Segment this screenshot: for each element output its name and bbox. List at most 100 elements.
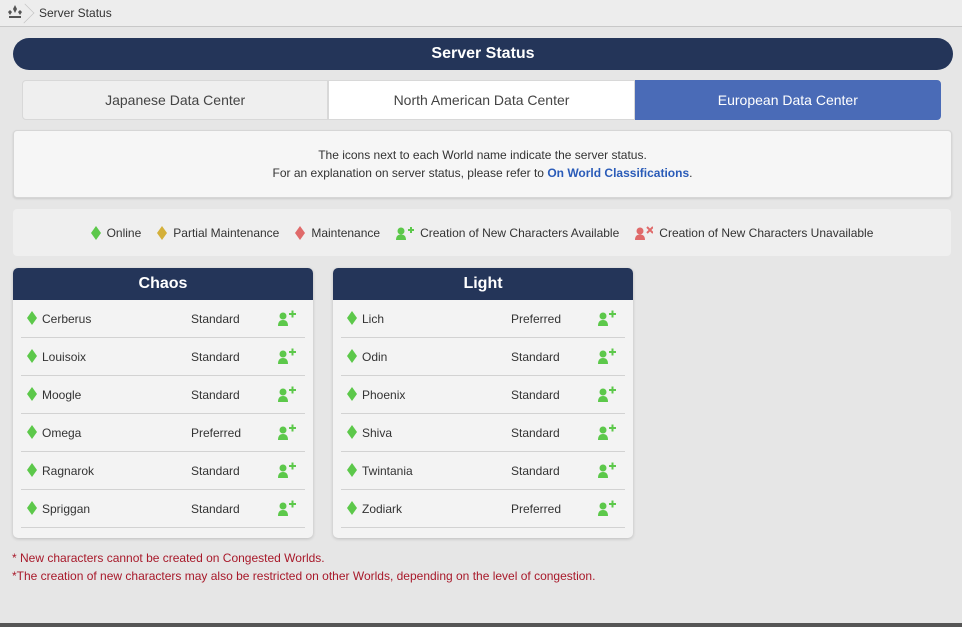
server-status-diamond-icon — [347, 387, 357, 404]
status-info-box: The icons next to each World name indica… — [13, 130, 952, 198]
congestion-notes: * New characters cannot be created on Co… — [12, 549, 595, 585]
partial-maintenance-diamond-icon — [157, 225, 168, 240]
add-character-icon — [598, 462, 616, 481]
add-character-icon — [278, 424, 296, 443]
legend-online: Online — [90, 225, 142, 240]
status-legend: Online Partial Maintenance Maintenance C… — [13, 209, 951, 256]
info-line-2-prefix: For an explanation on server status, ple… — [272, 166, 548, 180]
add-character-icon — [598, 424, 616, 443]
world-name: Shiva — [362, 425, 393, 440]
data-center-chaos: Chaos Cerberus Standard Louisoix Standard Mo… — [13, 268, 313, 538]
world-row: Cerberus Standard — [21, 300, 305, 338]
world-row: Louisoix Standard — [21, 338, 305, 376]
add-character-icon — [598, 348, 616, 367]
world-name: Spriggan — [42, 501, 91, 516]
maintenance-diamond-icon — [295, 225, 306, 240]
add-character-icon — [396, 226, 415, 240]
world-name: Ragnarok — [42, 463, 95, 478]
tab-north-american-data-center[interactable]: North American Data Center — [328, 80, 635, 120]
data-center-name: Chaos — [13, 268, 313, 300]
tab-japanese-data-center[interactable]: Japanese Data Center — [22, 80, 329, 120]
server-status-diamond-icon — [347, 463, 357, 480]
world-category: Preferred — [511, 501, 562, 516]
world-category: Standard — [191, 387, 240, 402]
server-status-diamond-icon — [27, 349, 37, 366]
world-row: Moogle Standard — [21, 376, 305, 414]
server-status-diamond-icon — [347, 425, 357, 442]
data-center-name: Light — [333, 268, 633, 300]
world-name: Omega — [42, 425, 82, 440]
bottom-divider — [0, 623, 962, 627]
note-restricted: *The creation of new characters may also… — [12, 569, 596, 583]
server-status-diamond-icon — [27, 387, 37, 404]
world-category: Standard — [191, 501, 240, 516]
home-button[interactable] — [0, 0, 30, 27]
add-character-icon — [278, 500, 296, 519]
server-status-diamond-icon — [347, 349, 357, 366]
page-title: Server Status — [13, 38, 953, 70]
world-category: Standard — [191, 311, 240, 326]
world-row: Phoenix Standard — [341, 376, 625, 414]
world-category: Preferred — [511, 311, 562, 326]
legend-partial-maintenance: Partial Maintenance — [157, 225, 280, 240]
server-status-diamond-icon — [27, 501, 37, 518]
breadcrumb-current: Server Status — [39, 6, 112, 20]
server-status-diamond-icon — [27, 311, 37, 328]
world-name: Lich — [362, 311, 385, 326]
world-row: Odin Standard — [341, 338, 625, 376]
world-name: Zodiark — [362, 501, 403, 516]
legend-creation-unavailable-label: Creation of New Characters Unavailable — [659, 225, 874, 240]
info-line-2: For an explanation on server status, ple… — [273, 164, 693, 182]
info-line-2-suffix: . — [689, 166, 693, 180]
no-character-creation-icon — [635, 225, 654, 240]
world-row: Lich Preferred — [341, 300, 625, 338]
legend-maintenance-label: Maintenance — [311, 225, 381, 240]
legend-partial-label: Partial Maintenance — [173, 225, 280, 240]
world-category: Standard — [511, 425, 560, 440]
world-category: Standard — [511, 387, 560, 402]
world-classifications-link[interactable]: On World Classifications — [547, 166, 689, 180]
note-congested: * New characters cannot be created on Co… — [12, 551, 325, 565]
world-row: Ragnarok Standard — [21, 452, 305, 490]
add-character-icon — [598, 386, 616, 405]
world-category: Standard — [511, 349, 560, 364]
legend-creation-available-label: Creation of New Characters Available — [420, 225, 620, 240]
world-list: Lich Preferred Odin Standard Phoenix Standard… — [333, 300, 633, 528]
add-character-icon — [278, 348, 296, 367]
world-category: Standard — [191, 463, 240, 478]
legend-creation-unavailable: Creation of New Characters Unavailable — [635, 226, 873, 240]
world-list: Cerberus Standard Louisoix Standard Moogle St… — [13, 300, 313, 528]
server-status-diamond-icon — [27, 463, 37, 480]
world-row: Zodiark Preferred — [341, 490, 625, 528]
world-row: Spriggan Standard — [21, 490, 305, 528]
info-line-1: The icons next to each World name indica… — [318, 148, 647, 162]
add-character-icon — [278, 462, 296, 481]
world-name: Cerberus — [42, 311, 92, 326]
crystal-home-icon — [7, 4, 23, 23]
legend-creation-available: Creation of New Characters Available — [396, 226, 619, 240]
data-center-tabs: Japanese Data Center North American Data… — [22, 80, 941, 120]
server-status-diamond-icon — [347, 311, 357, 328]
world-name: Moogle — [42, 387, 82, 402]
add-character-icon — [278, 386, 296, 405]
add-character-icon — [598, 310, 616, 329]
world-name: Louisoix — [42, 349, 87, 364]
world-category: Standard — [191, 349, 240, 364]
server-status-diamond-icon — [27, 425, 37, 442]
online-diamond-icon — [90, 225, 101, 240]
world-category: Preferred — [191, 425, 242, 440]
legend-online-label: Online — [106, 225, 142, 240]
add-character-icon — [598, 500, 616, 519]
tab-european-data-center[interactable]: European Data Center — [634, 80, 941, 120]
data-center-light: Light Lich Preferred Odin Standard Phoenix St… — [333, 268, 633, 538]
world-name: Odin — [362, 349, 388, 364]
top-breadcrumb-bar: Server Status — [0, 0, 962, 27]
world-category: Standard — [511, 463, 560, 478]
world-row: Twintania Standard — [341, 452, 625, 490]
world-row: Shiva Standard — [341, 414, 625, 452]
add-character-icon — [278, 310, 296, 329]
legend-maintenance: Maintenance — [295, 225, 381, 240]
world-name: Twintania — [362, 463, 413, 478]
world-row: Omega Preferred — [21, 414, 305, 452]
server-status-diamond-icon — [347, 501, 357, 518]
